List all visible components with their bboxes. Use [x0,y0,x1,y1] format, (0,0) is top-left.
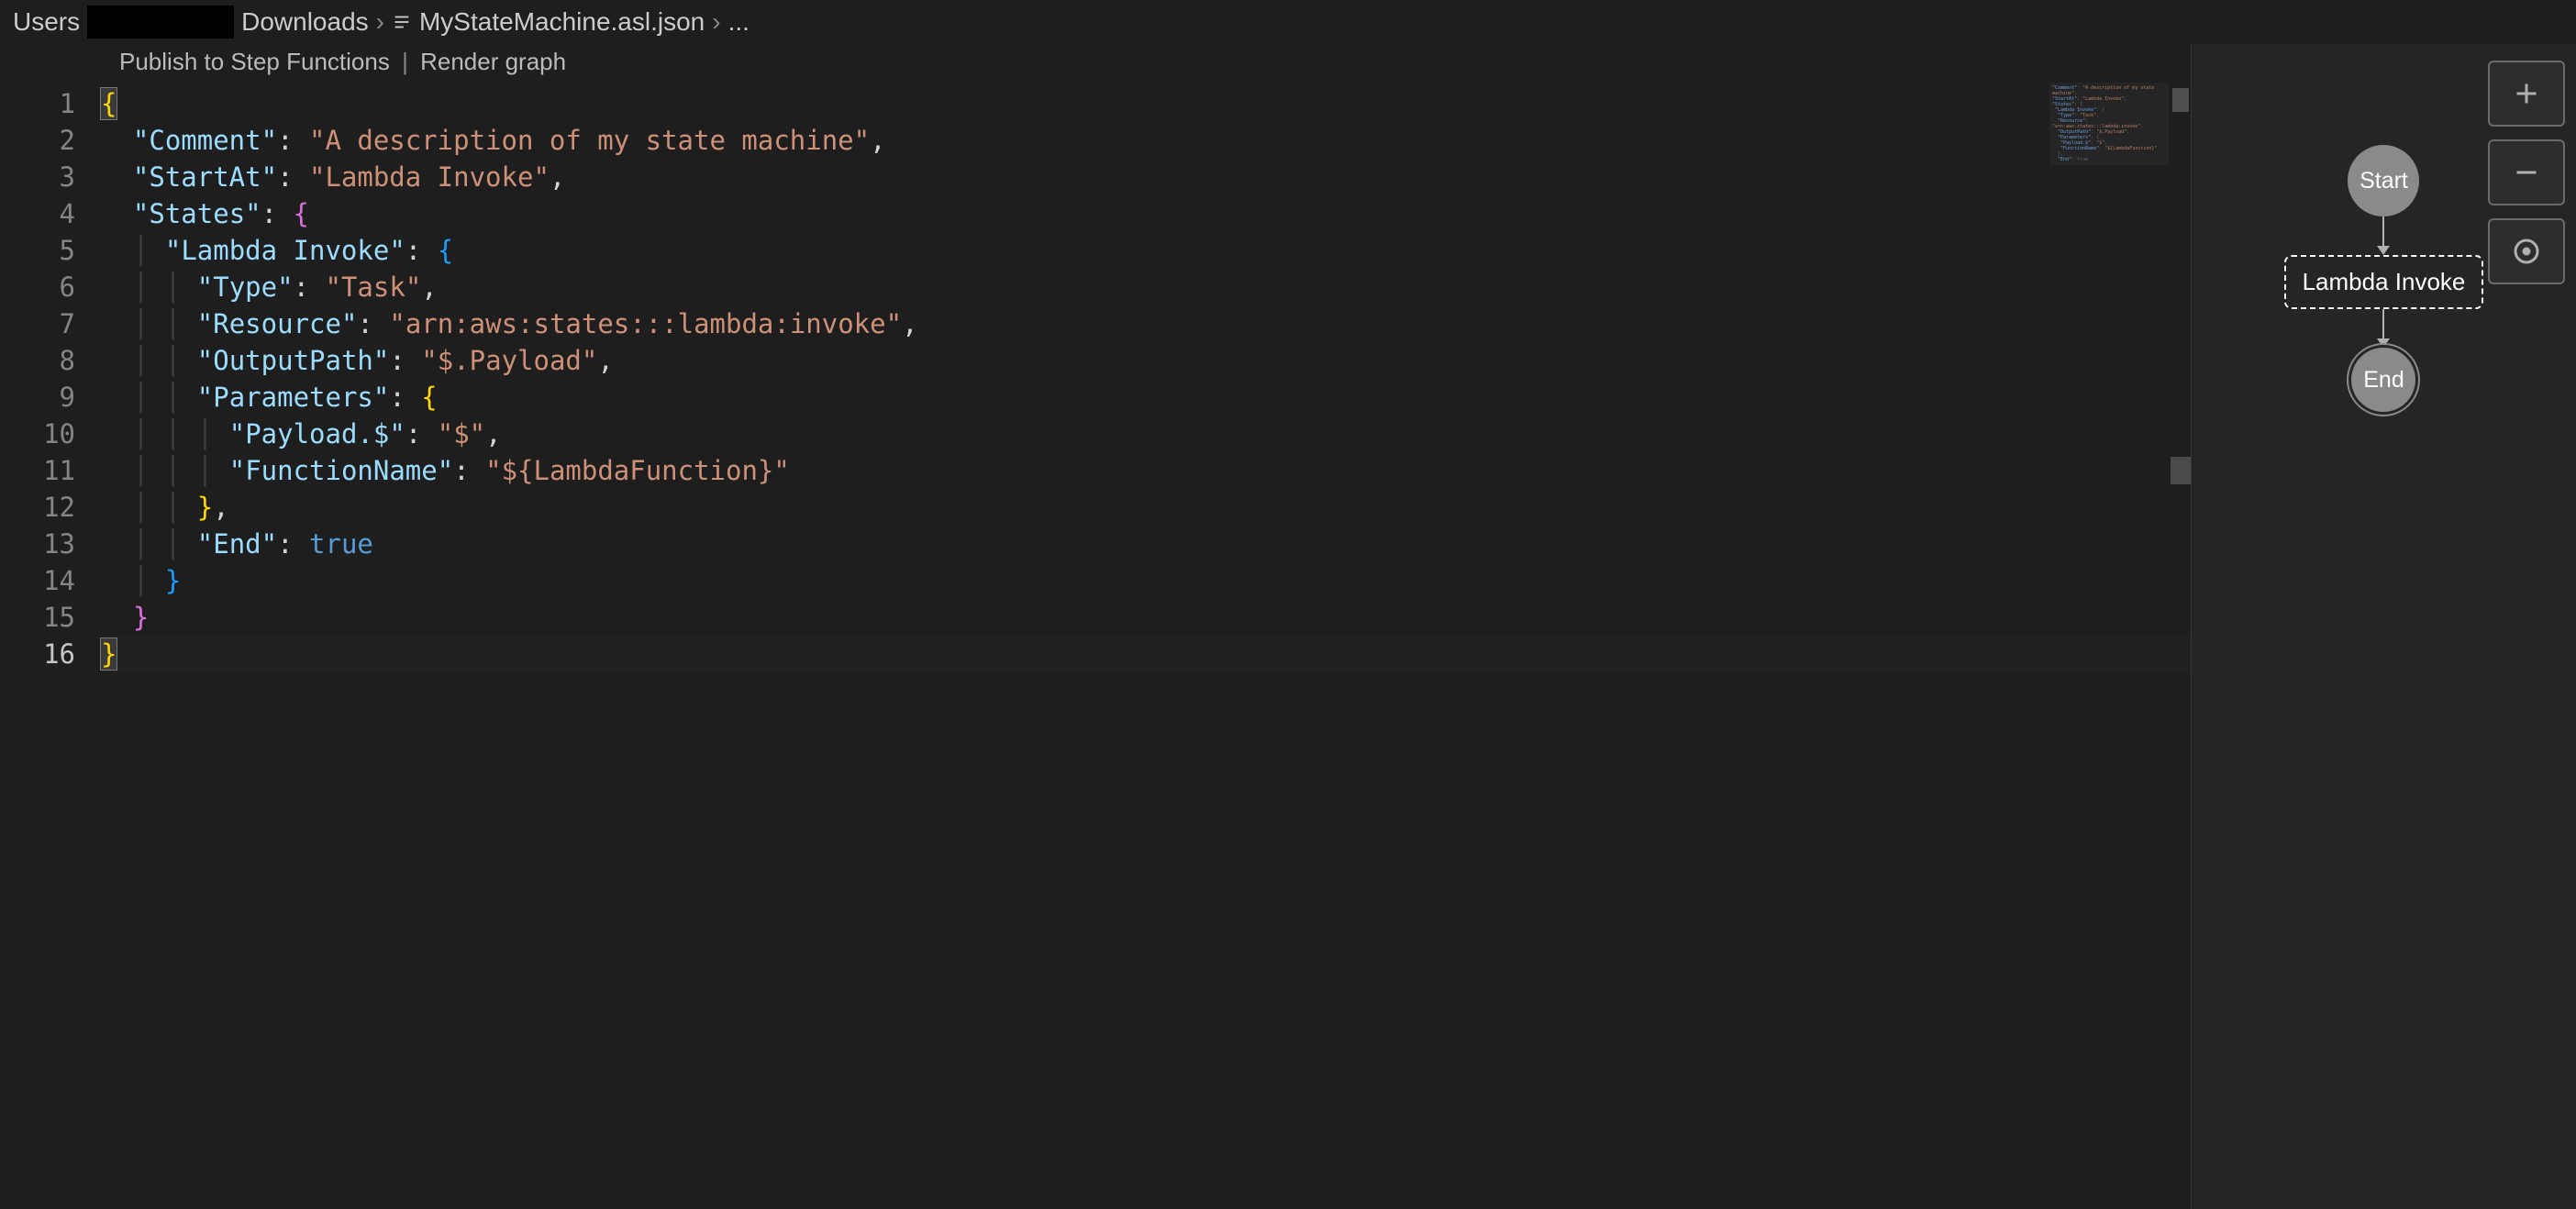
target-icon [2510,235,2543,268]
publish-link[interactable]: Publish to Step Functions [119,48,390,75]
line-number: 15 [0,599,75,636]
graph-panel: Start Lambda Invoke End [2191,44,2576,1209]
breadcrumb-item-file[interactable]: MyStateMachine.asl.json [419,7,705,37]
line-number: 3 [0,159,75,195]
code-content[interactable]: { "Comment": "A description of my state … [101,85,2191,1209]
editor-panel: Publish to Step Functions | Render graph… [0,44,2191,1209]
zoom-out-button[interactable] [2488,139,2565,205]
chevron-right-icon: › [712,7,720,37]
code-startat-value: Lambda Invoke [325,161,533,193]
action-separator: | [402,48,408,75]
render-graph-link[interactable]: Render graph [420,48,566,75]
code-outputpath-value: $.Payload [438,345,582,376]
code-lens-bar: Publish to Step Functions | Render graph [0,44,2191,85]
line-number: 1 [0,85,75,122]
main-container: Publish to Step Functions | Render graph… [0,44,2576,1209]
code-type-value: Task [341,272,405,303]
line-number: 9 [0,379,75,416]
code-state-name: Lambda Invoke [181,235,389,266]
json-file-icon [392,12,412,32]
line-number: 6 [0,269,75,305]
line-number: 5 [0,232,75,269]
line-number: 13 [0,526,75,562]
zoom-in-button[interactable] [2488,61,2565,127]
scrollbar-marker[interactable] [2171,457,2191,484]
code-outputpath-key: OutputPath [213,345,373,376]
graph-start-node[interactable]: Start [2348,145,2419,216]
scrollbar-thumb[interactable] [2172,88,2189,112]
line-number: 4 [0,195,75,232]
code-payload-value: $ [453,418,469,449]
graph-diagram: Start Lambda Invoke End [2284,145,2484,412]
breadcrumb: Users Downloads › MyStateMachine.asl.jso… [0,0,2576,44]
redacted-segment [87,6,234,39]
breadcrumb-item-more[interactable]: ... [728,7,749,37]
graph-arrow [2377,216,2390,255]
code-comment-value: A description of my state machine [325,125,853,156]
minus-icon [2510,156,2543,189]
code-functionname-value: ${LambdaFunction} [502,455,774,486]
code-resource-key: Resource [213,308,341,339]
scrollbar-track[interactable] [2171,81,2191,1209]
breadcrumb-item-users[interactable]: Users [13,7,80,37]
code-functionname-key: FunctionName [245,455,438,486]
line-gutter: 1 2 3 4 5 6 7 8 9 10 11 12 13 14 15 16 [0,85,101,1209]
graph-end-node[interactable]: End [2351,348,2415,412]
line-number: 14 [0,562,75,599]
line-number: 7 [0,305,75,342]
chevron-right-icon: › [376,7,384,37]
minimap[interactable]: "Comment": "A description of my state ma… [2049,83,2169,165]
code-end-value: true [309,528,373,560]
line-number: 8 [0,342,75,379]
line-number: 12 [0,489,75,526]
line-number: 11 [0,452,75,489]
breadcrumb-item-downloads[interactable]: Downloads [241,7,369,37]
center-button[interactable] [2488,218,2565,284]
code-states-key: States [149,198,245,229]
graph-arrow [2377,309,2390,348]
plus-icon [2510,77,2543,110]
code-end-key: End [213,528,261,560]
line-number: 10 [0,416,75,452]
code-editor[interactable]: 1 2 3 4 5 6 7 8 9 10 11 12 13 14 15 16 {… [0,85,2191,1209]
graph-task-node[interactable]: Lambda Invoke [2284,255,2484,309]
code-parameters-key: Parameters [213,382,373,413]
code-payload-key: Payload.$ [245,418,389,449]
code-resource-value: arn:aws:states:::lambda:invoke [405,308,886,339]
line-number: 16 [0,636,75,672]
code-type-key: Type [213,272,277,303]
graph-controls [2488,61,2565,284]
line-number: 2 [0,122,75,159]
